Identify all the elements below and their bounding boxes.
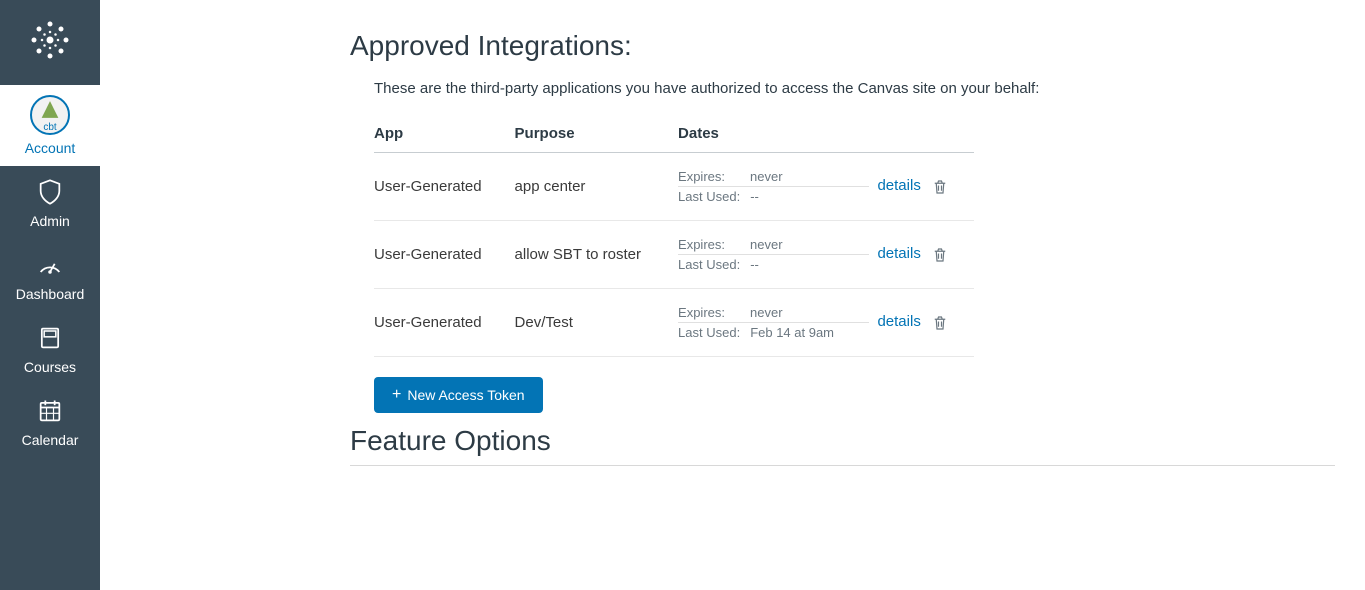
- shield-icon: [34, 176, 66, 208]
- last-used-label: Last Used:: [678, 325, 740, 340]
- col-dates: Dates: [678, 115, 877, 153]
- nav-dashboard[interactable]: Dashboard: [0, 239, 100, 312]
- integrations-table: App Purpose Dates User-Generatedapp cent…: [374, 115, 974, 357]
- cell-app: User-Generated: [374, 153, 515, 221]
- cell-actions: details: [877, 153, 974, 221]
- intro-text: These are the third-party applications y…: [374, 80, 1335, 97]
- gauge-icon: [34, 249, 66, 281]
- page-heading: Approved Integrations:: [350, 30, 1335, 62]
- nav-admin[interactable]: Admin: [0, 166, 100, 239]
- canvas-logo: [25, 15, 75, 65]
- table-row: User-GeneratedDev/TestExpires: never Last …: [374, 289, 974, 357]
- nav-courses[interactable]: Courses: [0, 312, 100, 385]
- col-purpose: Purpose: [515, 115, 679, 153]
- nav-label: Account: [25, 140, 76, 156]
- expires-label: Expires:: [678, 237, 740, 252]
- details-link[interactable]: details: [877, 177, 920, 194]
- cell-purpose: Dev/Test: [515, 289, 679, 357]
- last-used-value: Feb 14 at 9am: [750, 325, 834, 340]
- expires-value: never: [750, 237, 783, 252]
- nav-label: Courses: [24, 359, 76, 375]
- details-link[interactable]: details: [877, 245, 920, 262]
- col-app: App: [374, 115, 515, 153]
- expires-value: never: [750, 305, 783, 320]
- last-used-value: --: [750, 189, 759, 204]
- details-link[interactable]: details: [877, 313, 920, 330]
- book-icon: [34, 322, 66, 354]
- nav-account[interactable]: cbt Account: [0, 85, 100, 166]
- trash-icon[interactable]: [931, 314, 949, 332]
- expires-value: never: [750, 169, 783, 184]
- expires-label: Expires:: [678, 169, 740, 184]
- table-row: User-Generatedallow SBT to rosterExpires…: [374, 221, 974, 289]
- expires-label: Expires:: [678, 305, 740, 320]
- cell-purpose: app center: [515, 153, 679, 221]
- cell-app: User-Generated: [374, 221, 515, 289]
- avatar-icon: cbt: [30, 95, 70, 135]
- nav-label: Dashboard: [16, 286, 85, 302]
- main-content: Approved Integrations: These are the thi…: [100, 0, 1365, 590]
- feature-options-heading: Feature Options: [350, 425, 1335, 466]
- calendar-icon: [34, 395, 66, 427]
- avatar-text: cbt: [43, 122, 56, 133]
- plus-icon: +: [392, 387, 401, 403]
- nav-calendar[interactable]: Calendar: [0, 385, 100, 458]
- trash-icon[interactable]: [931, 178, 949, 196]
- new-access-token-button[interactable]: + New Access Token: [374, 377, 543, 413]
- cell-dates: Expires: never Last Used: --: [678, 221, 877, 289]
- nav-label: Calendar: [22, 432, 79, 448]
- btn-label: New Access Token: [407, 387, 524, 403]
- cell-app: User-Generated: [374, 289, 515, 357]
- cell-purpose: allow SBT to roster: [515, 221, 679, 289]
- cell-actions: details: [877, 289, 974, 357]
- cell-actions: details: [877, 221, 974, 289]
- cell-dates: Expires: never Last Used: Feb 14 at 9am: [678, 289, 877, 357]
- nav-label: Admin: [30, 213, 70, 229]
- trash-icon[interactable]: [931, 246, 949, 264]
- table-row: User-Generatedapp centerExpires: never Las…: [374, 153, 974, 221]
- last-used-value: --: [750, 257, 759, 272]
- cell-dates: Expires: never Last Used: --: [678, 153, 877, 221]
- last-used-label: Last Used:: [678, 189, 740, 204]
- global-nav: cbt Account Admin Dashboard Courses Cale…: [0, 0, 100, 590]
- last-used-label: Last Used:: [678, 257, 740, 272]
